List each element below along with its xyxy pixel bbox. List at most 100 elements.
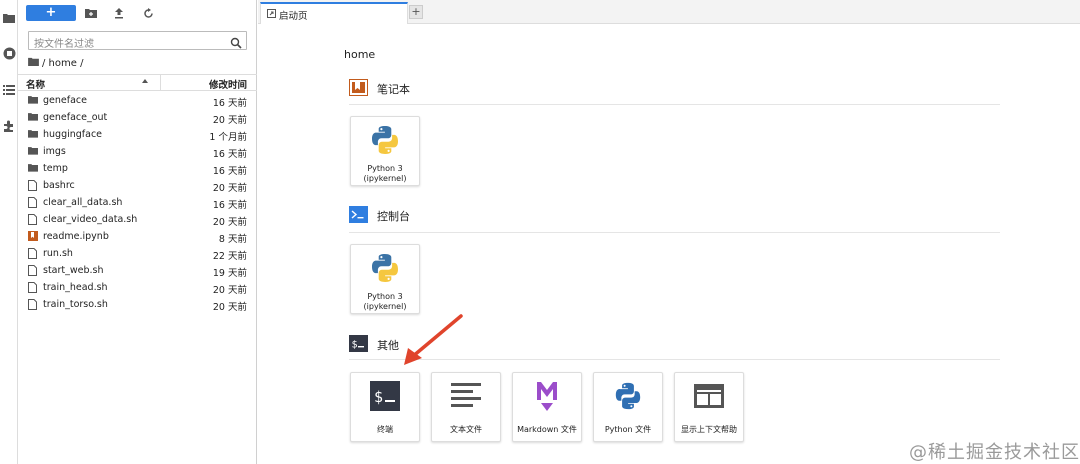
breadcrumb-folder-icon[interactable] xyxy=(28,57,39,69)
file-modified-time: 20 天前 xyxy=(212,183,247,194)
contextual-help-card[interactable]: 显示上下文帮助 xyxy=(674,372,744,442)
new-folder-icon[interactable] xyxy=(84,6,98,20)
folder-icon[interactable] xyxy=(1,10,17,26)
console-section-title: 控制台 xyxy=(377,210,410,223)
file-name: huggingface xyxy=(43,129,103,140)
file-modified-time: 16 天前 xyxy=(212,149,247,160)
toc-icon[interactable] xyxy=(1,82,17,98)
file-list-item[interactable]: train_head.sh 20 天前 xyxy=(18,279,257,296)
file-modified-time: 16 天前 xyxy=(212,200,247,211)
folder-icon xyxy=(28,129,38,140)
python-file-card[interactable]: Python 文件 xyxy=(593,372,663,442)
other-section-icon: $ xyxy=(349,335,368,352)
file-list-item[interactable]: run.sh 22 天前 xyxy=(18,245,257,262)
file-filter-input[interactable] xyxy=(29,36,219,53)
file-name: train_head.sh xyxy=(43,282,108,293)
section-divider xyxy=(349,232,1000,233)
section-divider xyxy=(349,104,1000,105)
file-list-item[interactable]: train_torso.sh 20 天前 xyxy=(18,296,257,313)
file-name: clear_all_data.sh xyxy=(43,197,123,208)
file-list-item[interactable]: clear_video_data.sh 20 天前 xyxy=(18,211,257,228)
annotation-arrow-icon xyxy=(404,314,463,365)
new-launcher-button[interactable]: + xyxy=(26,5,76,21)
file-icon xyxy=(28,265,38,276)
file-name: start_web.sh xyxy=(43,265,104,276)
breadcrumb-path[interactable]: / home / xyxy=(42,58,83,69)
file-list-item[interactable]: temp 16 天前 xyxy=(18,160,257,177)
file-browser-toolbar: + xyxy=(18,0,257,28)
python-logo-icon xyxy=(351,117,419,163)
file-list-item[interactable]: geneface_out 20 天前 xyxy=(18,109,257,126)
notebook-icon xyxy=(28,231,38,242)
card-label-line2: (ipykernel) xyxy=(363,302,407,311)
file-icon xyxy=(28,214,38,225)
file-list-header: 名称 修改时间 xyxy=(18,74,257,91)
launcher: home 笔记本 Python 3 (ipykernel) 控制台 Python… xyxy=(258,25,1080,464)
terminal-icon: $ xyxy=(351,373,419,419)
column-modified-header[interactable]: 修改时间 xyxy=(209,77,247,91)
notebook-python3-card[interactable]: Python 3 (ipykernel) xyxy=(350,116,420,186)
card-label-line2: (ipykernel) xyxy=(363,174,407,183)
file-modified-time: 22 天前 xyxy=(212,251,247,262)
file-modified-time: 20 天前 xyxy=(212,115,247,126)
breadcrumb: / home / xyxy=(28,56,83,70)
text-file-card[interactable]: 文本文件 xyxy=(431,372,501,442)
file-modified-time: 8 天前 xyxy=(218,234,247,245)
file-modified-time: 20 天前 xyxy=(212,302,247,313)
column-divider[interactable] xyxy=(160,75,161,90)
file-list-item[interactable]: start_web.sh 19 天前 xyxy=(18,262,257,279)
file-icon xyxy=(28,282,38,293)
file-modified-time: 1 个月前 xyxy=(209,132,247,143)
launcher-tab-icon xyxy=(267,9,276,21)
terminal-card[interactable]: $ 终端 xyxy=(350,372,420,442)
file-icon xyxy=(28,248,38,259)
tab-launcher[interactable]: 启动页 xyxy=(260,2,408,24)
main-area: 启动页 + home 笔记本 Python 3 (ipykernel) 控制台 xyxy=(258,0,1080,464)
console-python3-card[interactable]: Python 3 (ipykernel) xyxy=(350,244,420,314)
file-name: imgs xyxy=(43,146,66,157)
file-list-item[interactable]: bashrc 20 天前 xyxy=(18,177,257,194)
file-modified-time: 19 天前 xyxy=(212,268,247,279)
file-modified-time: 20 天前 xyxy=(212,285,247,296)
folder-icon xyxy=(28,146,38,157)
other-section-title: 其他 xyxy=(377,339,399,352)
python-logo-icon xyxy=(351,245,419,291)
console-section-icon xyxy=(349,206,368,223)
file-list-item[interactable]: geneface 16 天前 xyxy=(18,92,257,109)
file-name: run.sh xyxy=(43,248,73,259)
sort-ascending-icon xyxy=(142,79,148,83)
svg-text:$: $ xyxy=(352,340,358,351)
extension-icon[interactable] xyxy=(1,118,17,134)
file-list: geneface 16 天前 geneface_out 20 天前 huggingfac… xyxy=(18,92,257,313)
card-label: Python 文件 xyxy=(604,425,652,434)
file-icon xyxy=(28,197,38,208)
card-label-line1: Python 3 xyxy=(367,164,403,173)
text-file-icon xyxy=(432,373,500,419)
file-modified-time: 16 天前 xyxy=(212,166,247,177)
file-icon xyxy=(28,180,38,191)
running-icon[interactable] xyxy=(1,45,17,61)
upload-icon[interactable] xyxy=(112,6,126,20)
folder-icon xyxy=(28,95,38,106)
file-list-item[interactable]: imgs 16 天前 xyxy=(18,143,257,160)
file-filter-box xyxy=(28,31,247,53)
tab-bar: 启动页 + xyxy=(258,0,1080,24)
watermark: @稀土掘金技术社区 xyxy=(909,442,1080,463)
svg-text:$: $ xyxy=(374,388,383,406)
notebook-section-title: 笔记本 xyxy=(377,83,410,96)
card-label: 显示上下文帮助 xyxy=(681,425,737,434)
file-list-item[interactable]: readme.ipynb 8 天前 xyxy=(18,228,257,245)
file-name: geneface xyxy=(43,95,87,106)
folder-icon xyxy=(28,112,38,123)
refresh-icon[interactable] xyxy=(141,6,155,20)
file-list-item[interactable]: huggingface 1 个月前 xyxy=(18,126,257,143)
markdown-file-card[interactable]: Markdown 文件 xyxy=(512,372,582,442)
file-list-item[interactable]: clear_all_data.sh 16 天前 xyxy=(18,194,257,211)
card-label: 文本文件 xyxy=(450,425,482,434)
file-name: readme.ipynb xyxy=(43,231,109,242)
column-name-header[interactable]: 名称 xyxy=(26,77,45,91)
folder-icon xyxy=(28,163,38,174)
card-label: Markdown 文件 xyxy=(517,425,577,434)
add-tab-button[interactable]: + xyxy=(409,5,423,19)
file-name: bashrc xyxy=(43,180,75,191)
